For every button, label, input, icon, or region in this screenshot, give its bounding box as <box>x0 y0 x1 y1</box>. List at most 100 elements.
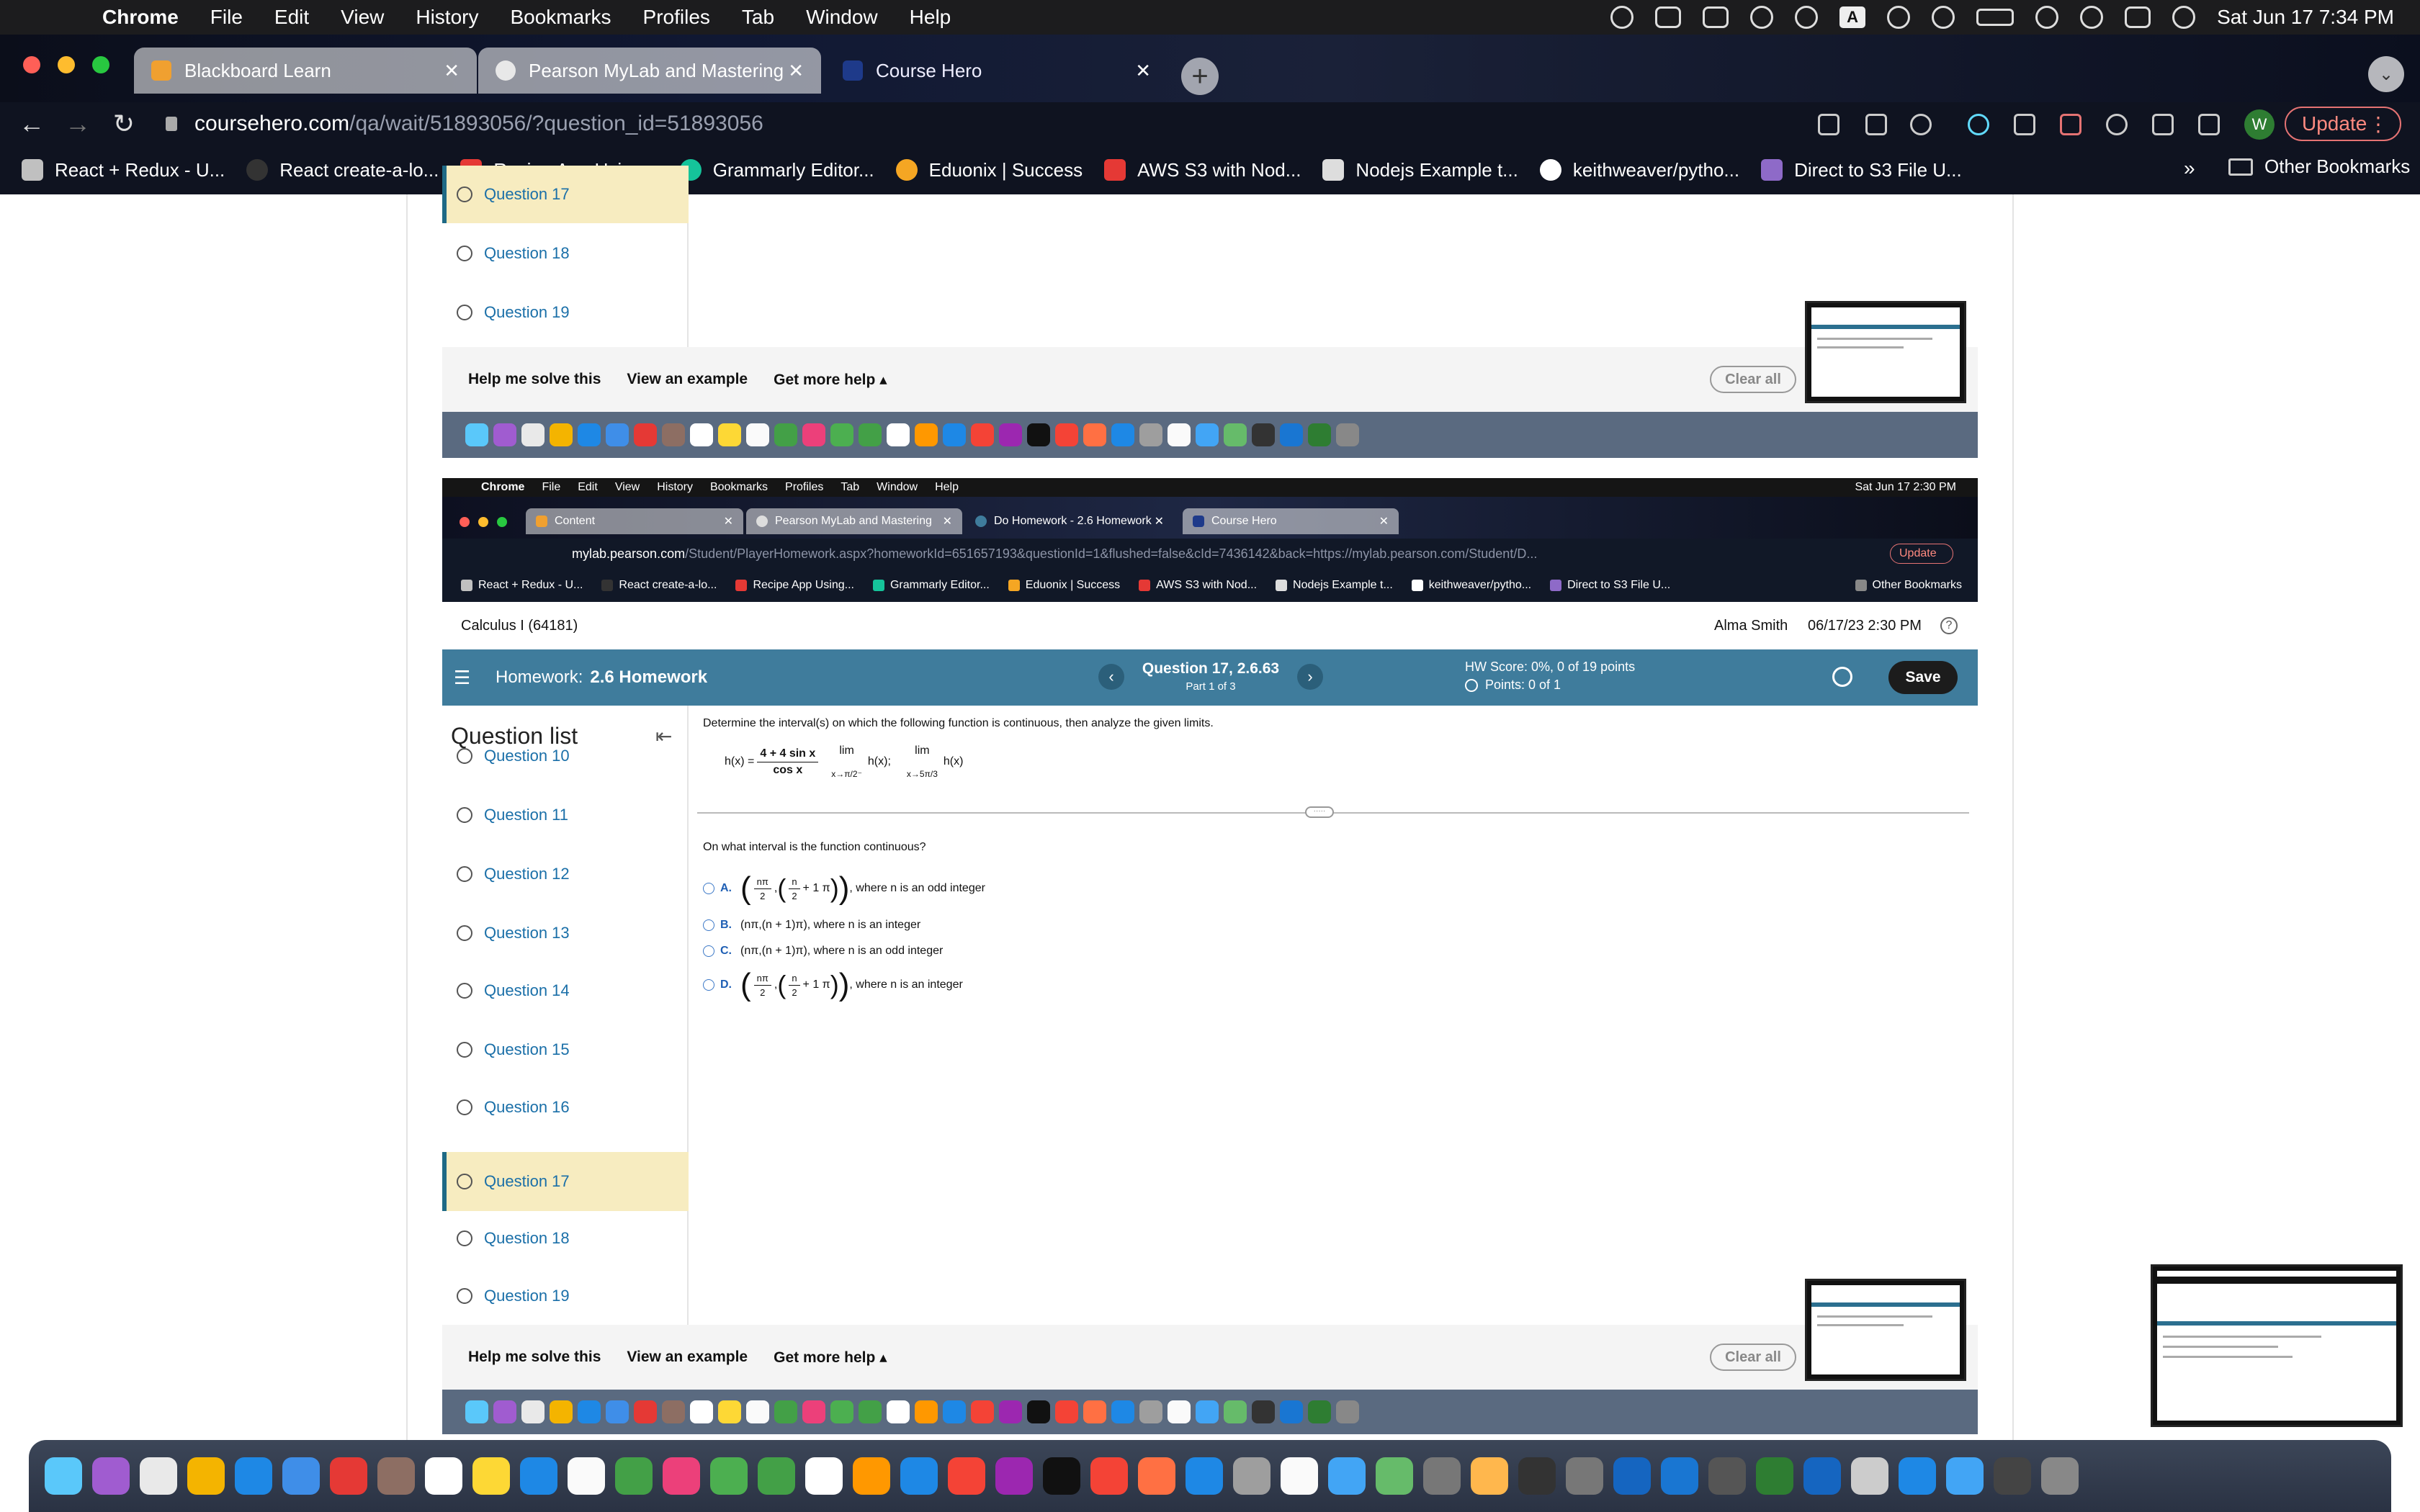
teamviewer-icon[interactable] <box>1803 1457 1841 1495</box>
address-bar[interactable]: coursehero.com /qa/wait/51893056/?questi… <box>166 107 763 141</box>
option-b[interactable]: B. (nπ,(n + 1)π), where n is an integer <box>703 919 920 932</box>
siri-icon[interactable] <box>92 1457 130 1495</box>
inner-tab-coursehero[interactable]: Course Hero ✕ <box>1183 508 1399 534</box>
bookmark-star-icon[interactable] <box>1910 114 1932 135</box>
update-button[interactable]: Update ⋮ <box>2285 107 2401 141</box>
tab-pearson[interactable]: Pearson MyLab and Mastering ✕ <box>478 48 821 94</box>
back-icon[interactable]: ← <box>17 109 46 139</box>
menu-help[interactable]: Help <box>910 6 951 29</box>
freeform-icon[interactable] <box>520 1457 557 1495</box>
inner-tab-homework[interactable]: Do Homework - 2.6 Homework ✕ <box>965 508 1174 534</box>
inner-bookmark[interactable]: React create-a-lo... <box>601 579 717 592</box>
keynote-icon[interactable] <box>900 1457 938 1495</box>
inner-bookmark[interactable]: Grammarly Editor... <box>872 579 990 592</box>
inner-tab-content[interactable]: Content ✕ <box>526 508 743 534</box>
inner-update-button[interactable]: Update <box>1890 544 1953 564</box>
inner-bookmark[interactable]: Recipe App Using... <box>735 579 854 592</box>
help-icon[interactable] <box>1423 1457 1461 1495</box>
bookmark-item[interactable]: React + Redux - U... <box>22 159 225 181</box>
inner-bookmark[interactable]: Nodejs Example t... <box>1276 579 1393 592</box>
menu-view[interactable]: View <box>341 6 384 29</box>
app-icon[interactable] <box>1851 1457 1888 1495</box>
question-item-12[interactable]: Question 12 <box>442 847 689 901</box>
messages-icon[interactable] <box>710 1457 748 1495</box>
question-item-11[interactable]: Question 11 <box>442 788 689 842</box>
settings-icon[interactable] <box>1233 1457 1270 1495</box>
inner-bookmark[interactable]: Eduonix | Success <box>1008 579 1120 592</box>
question-item-13[interactable]: Question 13 <box>442 906 689 960</box>
share-icon[interactable] <box>1865 114 1887 135</box>
puzzle-icon[interactable] <box>2152 114 2174 135</box>
mail-icon[interactable] <box>282 1457 320 1495</box>
screenshot-thumbnail[interactable] <box>1805 301 1966 403</box>
menu-history[interactable]: History <box>416 6 478 29</box>
hamburger-menu-icon[interactable]: ☰ <box>454 667 475 689</box>
teamviewer-status-icon[interactable] <box>1703 6 1729 28</box>
profile-avatar[interactable]: W <box>2244 109 2275 140</box>
option-d[interactable]: D. ( nπ 2 , ( n2 + 1 π ) ) , where n is a… <box>703 969 963 1001</box>
postgres-icon[interactable] <box>1328 1457 1366 1495</box>
tab-blackboard[interactable]: Blackboard Learn ✕ <box>134 48 477 94</box>
menubar-clock[interactable]: Sat Jun 17 7:34 PM <box>2217 6 2394 29</box>
option-c[interactable]: C. (nπ,(n + 1)π), where n is an odd inte… <box>703 945 943 958</box>
finder-icon[interactable] <box>45 1457 82 1495</box>
next-question-button[interactable]: › <box>1297 663 1323 690</box>
question-item-18[interactable]: Question 18 <box>442 1211 689 1266</box>
grammarly-status-icon[interactable] <box>1610 6 1634 29</box>
appstore-icon[interactable] <box>1186 1457 1223 1495</box>
control-center-icon[interactable] <box>2125 6 2151 28</box>
course-name[interactable]: Calculus I (64181) <box>461 618 578 634</box>
help-icon[interactable] <box>1566 1457 1603 1495</box>
mail-status-icon[interactable] <box>1655 6 1682 28</box>
bookmark-item[interactable]: keithweaver/pytho... <box>1539 159 1739 181</box>
app-icon[interactable] <box>1376 1457 1413 1495</box>
volume-icon[interactable] <box>1887 6 1911 29</box>
radio-button[interactable] <box>703 919 714 931</box>
bookmark-item[interactable]: Direct to S3 File U... <box>1761 159 1962 181</box>
radio-button[interactable] <box>703 883 714 894</box>
question-item-15[interactable]: Question 15 <box>442 1022 689 1077</box>
app-icon[interactable] <box>1471 1457 1508 1495</box>
question-item-17[interactable]: Question 17 <box>442 166 689 223</box>
menu-bookmarks[interactable]: Bookmarks <box>510 6 611 29</box>
tab-coursehero[interactable]: Course Hero ✕ <box>825 48 1168 94</box>
radio-button[interactable] <box>703 945 714 957</box>
get-more-help-button[interactable]: Get more help ▴ <box>774 371 887 389</box>
view-example-button[interactable]: View an example <box>627 371 748 388</box>
kebab-menu-icon[interactable]: ⋮ <box>2368 112 2388 136</box>
maps-icon[interactable] <box>615 1457 653 1495</box>
tab-search-chevron-icon[interactable]: ⌄ <box>2368 56 2404 92</box>
question-item-14[interactable]: Question 14 <box>442 963 689 1018</box>
reload-icon[interactable]: ↻ <box>109 109 138 139</box>
app-icon[interactable] <box>1613 1457 1651 1495</box>
menu-tab[interactable]: Tab <box>742 6 774 29</box>
sync-status-icon[interactable] <box>1750 6 1774 29</box>
moon-icon[interactable] <box>1795 6 1819 29</box>
bookmark-item[interactable]: AWS S3 with Nod... <box>1104 159 1301 181</box>
menu-edit[interactable]: Edit <box>274 6 309 29</box>
close-tab-icon[interactable]: ✕ <box>1135 60 1151 82</box>
divider-handle[interactable]: ····· <box>1305 806 1334 818</box>
bookmark-item[interactable]: Nodejs Example t... <box>1322 159 1518 181</box>
menu-profiles[interactable]: Profiles <box>643 6 710 29</box>
app-icon[interactable] <box>1281 1457 1318 1495</box>
clear-all-button[interactable]: Clear all <box>1710 1344 1796 1371</box>
books-icon[interactable] <box>1138 1457 1175 1495</box>
question-item-16[interactable]: Question 16 <box>442 1080 689 1135</box>
inner-bookmark[interactable]: Direct to S3 File U... <box>1550 579 1670 592</box>
new-tab-button[interactable]: + <box>1181 58 1219 95</box>
get-more-help-button[interactable]: Get more help ▴ <box>774 1349 887 1367</box>
inner-address-bar[interactable]: mylab.pearson.com/Student/PlayerHomework… <box>442 539 1978 569</box>
launchpad-icon[interactable] <box>140 1457 177 1495</box>
close-window-button[interactable] <box>23 56 40 73</box>
contacts-icon[interactable] <box>377 1457 415 1495</box>
question-item-18[interactable]: Question 18 <box>442 225 689 282</box>
word-icon[interactable] <box>1661 1457 1698 1495</box>
screenshot-preview[interactable] <box>2151 1264 2403 1427</box>
folder-icon[interactable] <box>1946 1457 1984 1495</box>
minimize-window-button[interactable] <box>58 56 75 73</box>
previous-question-button[interactable]: ‹ <box>1098 663 1124 690</box>
excel-icon[interactable] <box>1756 1457 1793 1495</box>
clear-all-button[interactable]: Clear all <box>1710 366 1796 393</box>
bookmark-item[interactable]: React create-a-lo... <box>246 159 439 181</box>
